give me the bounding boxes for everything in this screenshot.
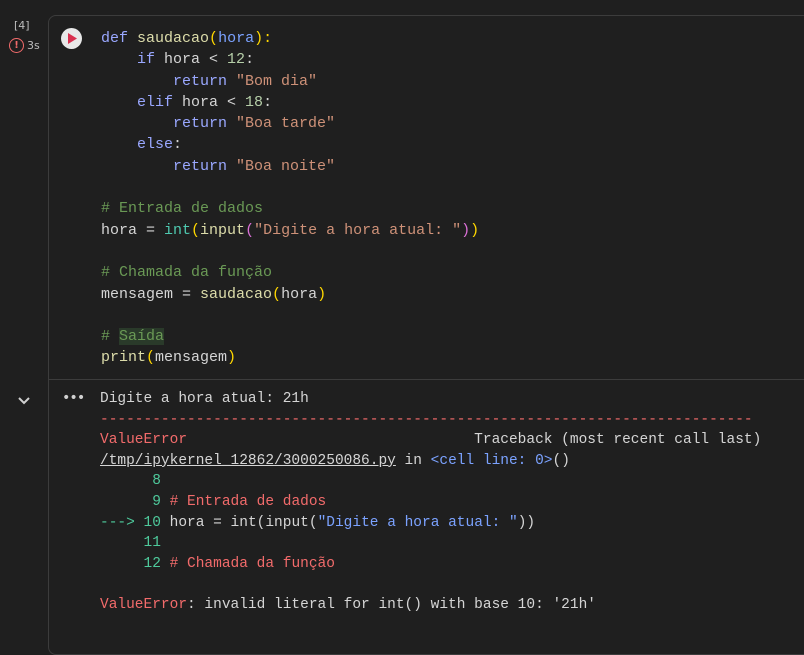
code-token: else <box>137 136 174 154</box>
final-error-message: : invalid literal for int() with base 10… <box>187 596 596 613</box>
code-token: input <box>200 221 246 239</box>
chevron-down-icon[interactable] <box>17 391 31 410</box>
code-token: ( <box>191 221 201 239</box>
code-token: elif <box>137 93 174 111</box>
code-token: 18 <box>245 93 264 111</box>
code-token: int <box>164 221 192 239</box>
traceback-text: () <box>552 452 570 469</box>
output-divider <box>48 379 804 380</box>
code-token: def <box>101 30 129 47</box>
traceback-code: ( <box>308 514 318 531</box>
traceback-file-link[interactable]: /tmp/ipykernel_12862/3000250086.py <box>100 453 396 469</box>
code-token: 12 <box>227 51 246 69</box>
code-token: "Boa noite" <box>236 157 336 175</box>
final-error-name: ValueError <box>100 596 188 613</box>
code-token: ( <box>146 349 156 367</box>
code-token: mensagem <box>155 349 228 367</box>
code-comment: Saída <box>119 328 165 346</box>
traceback-code: hora = <box>169 514 231 531</box>
code-token: : <box>263 93 273 111</box>
error-name: ValueError <box>100 432 188 449</box>
code-token: mensagem = <box>101 285 201 303</box>
code-token: hora < <box>155 51 228 69</box>
traceback-comment: # Entrada de dados <box>169 493 327 510</box>
traceback-comment: # Chamada da função <box>169 555 335 572</box>
code-token: hora = <box>101 221 165 239</box>
cell-output: Digite a hora atual: 21h ---------------… <box>100 389 761 616</box>
code-token: : <box>245 51 255 69</box>
execution-count: [4] <box>14 19 30 32</box>
code-token: return <box>173 157 228 175</box>
code-token: hora <box>218 30 255 47</box>
code-editor[interactable]: def saudacao(hora): if hora < 12: return… <box>101 28 479 369</box>
traceback-code: )) <box>517 514 536 531</box>
code-token: ( <box>272 285 282 303</box>
error-icon: ! <box>9 38 24 53</box>
play-icon <box>67 33 77 44</box>
traceback-cell-line: <cell line: 0> <box>430 452 553 469</box>
code-token: : <box>173 136 183 154</box>
code-token: ( <box>209 30 219 47</box>
code-token: saudacao <box>137 30 210 47</box>
traceback-code: int <box>230 514 257 531</box>
code-token: "Bom dia" <box>236 72 318 90</box>
code-token: return <box>173 72 228 90</box>
code-token: ): <box>254 30 273 47</box>
traceback-line-number: 11 <box>143 535 161 552</box>
code-token: ) <box>470 221 480 239</box>
traceback-line-number: 9 <box>152 493 161 510</box>
code-token: hora < <box>173 93 246 111</box>
code-comment: # <box>101 328 120 346</box>
code-token: "Boa tarde" <box>236 115 336 133</box>
traceback-text: in <box>395 452 431 469</box>
code-token: "Digite a hora atual: " <box>254 221 462 239</box>
traceback-line-number: 12 <box>143 555 161 572</box>
traceback-arrow: ---> <box>100 514 135 531</box>
traceback-code: input <box>265 514 309 531</box>
traceback-header: Traceback (most recent call last) <box>474 432 762 449</box>
code-token: ) <box>227 349 237 367</box>
code-token: return <box>173 115 228 133</box>
code-token: print <box>101 349 147 367</box>
more-horizontal-icon[interactable]: ••• <box>62 390 85 406</box>
traceback-line-number: 8 <box>152 473 161 490</box>
execution-time: 3s <box>27 39 40 52</box>
code-token: if <box>137 51 156 69</box>
code-token: saudacao <box>200 285 273 303</box>
code-token: ( <box>245 221 255 239</box>
run-cell-button[interactable] <box>61 28 82 49</box>
stdout-line: Digite a hora atual: 21h <box>100 391 309 407</box>
code-token: hora <box>281 285 318 303</box>
traceback-separator: ----------------------------------------… <box>100 411 753 428</box>
code-comment: # Entrada de dados <box>101 200 264 218</box>
code-token: ) <box>317 285 327 303</box>
code-token: ) <box>461 221 471 239</box>
code-comment: # Chamada da função <box>101 264 273 282</box>
traceback-string: "Digite a hora atual: " <box>317 514 518 531</box>
traceback-line-number: 10 <box>143 514 161 531</box>
